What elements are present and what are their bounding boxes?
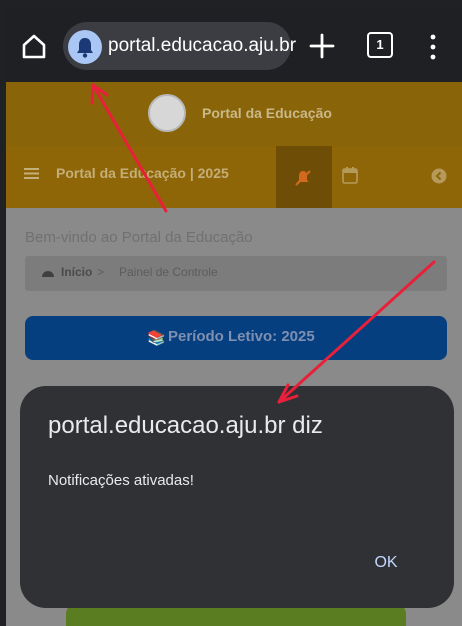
site-logo	[148, 94, 186, 132]
welcome-heading: Bem-vindo ao Portal da Educação	[25, 229, 253, 246]
breadcrumb-home-link[interactable]: Início	[61, 265, 92, 279]
home-icon[interactable]	[20, 32, 48, 60]
arrow-circle-left-icon[interactable]	[431, 168, 447, 184]
dialog-message: Notificações ativadas!	[48, 472, 194, 489]
url-text[interactable]: portal.educacao.aju.br	[108, 35, 296, 57]
screenshot-frame: portal.educacao.aju.br 1 Portal da Educa…	[6, 8, 462, 626]
nav-title[interactable]: Portal da Educação | 2025	[56, 165, 229, 181]
breadcrumb-separator: >	[97, 265, 105, 279]
tab-switcher-icon[interactable]: 1	[367, 32, 393, 58]
dialog-title: portal.educacao.aju.br diz	[48, 412, 323, 439]
more-vert-icon[interactable]	[430, 34, 436, 60]
period-button-label: Período Letivo: 2025	[168, 328, 315, 345]
calendar-icon[interactable]	[342, 166, 358, 184]
site-title: Portal da Educação	[202, 105, 332, 121]
hamburger-icon[interactable]	[24, 168, 39, 179]
site-info-button[interactable]	[68, 30, 102, 64]
books-icon: 📚	[147, 330, 166, 347]
bell-icon	[77, 38, 93, 58]
bell-slash-icon	[295, 170, 311, 186]
plus-icon[interactable]	[306, 30, 338, 62]
dialog-ok-button[interactable]: OK	[364, 548, 408, 578]
tachometer-icon	[42, 271, 54, 277]
breadcrumb-current: Painel de Controle	[119, 265, 218, 279]
